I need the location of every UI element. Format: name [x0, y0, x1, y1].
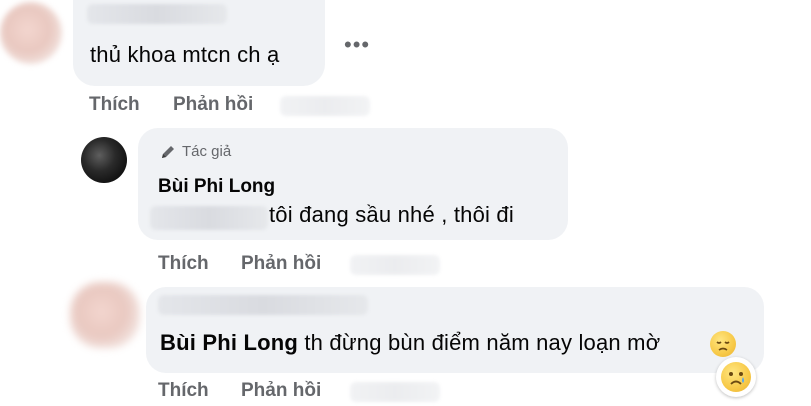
- reply-bubble: Bùi Phi Long th đừng bùn điểm năm nay lo…: [146, 287, 764, 373]
- like-button[interactable]: Thích: [89, 94, 140, 116]
- more-options-icon[interactable]: •••: [344, 32, 370, 58]
- timestamp-blurred: [280, 96, 370, 116]
- reply-button[interactable]: Phản hồi: [173, 94, 253, 116]
- comment-text: thủ khoa mtcn ch ạ: [90, 42, 280, 67]
- mention-link[interactable]: Bùi Phi Long: [160, 330, 298, 355]
- reply-text: Bùi Phi Long th đừng bùn điểm năm nay lo…: [160, 330, 660, 356]
- timestamp-blurred: [350, 382, 440, 402]
- comment-bubble: thủ khoa mtcn ch ạ: [73, 0, 325, 86]
- author-name[interactable]: Bùi Phi Long: [158, 176, 275, 198]
- pencil-icon: [160, 144, 176, 160]
- timestamp-blurred: [350, 255, 440, 275]
- author-badge: Tác giả: [160, 143, 231, 160]
- reply-text: tôi đang sầu nhé , thôi đi: [269, 202, 514, 227]
- author-badge-label: Tác giả: [182, 143, 232, 160]
- like-button[interactable]: Thích: [158, 380, 209, 402]
- avatar[interactable]: [0, 2, 62, 64]
- disappointed-face-icon: [710, 331, 736, 357]
- reaction-badge[interactable]: [716, 357, 756, 397]
- reply-text-body: th đừng bùn điểm năm nay loạn mờ: [298, 330, 661, 355]
- reply-button[interactable]: Phản hồi: [241, 253, 321, 275]
- like-button[interactable]: Thích: [158, 253, 209, 275]
- commenter-name-blurred[interactable]: [87, 4, 227, 24]
- reply-button[interactable]: Phản hồi: [241, 380, 321, 402]
- mention-blurred[interactable]: [150, 206, 268, 230]
- avatar[interactable]: [70, 282, 140, 348]
- commenter-name-blurred[interactable]: [158, 295, 368, 315]
- avatar[interactable]: [81, 137, 127, 183]
- reply-bubble: Tác giả Bùi Phi Long tôi đang sầu nhé , …: [138, 128, 568, 240]
- crying-face-icon: [721, 362, 751, 392]
